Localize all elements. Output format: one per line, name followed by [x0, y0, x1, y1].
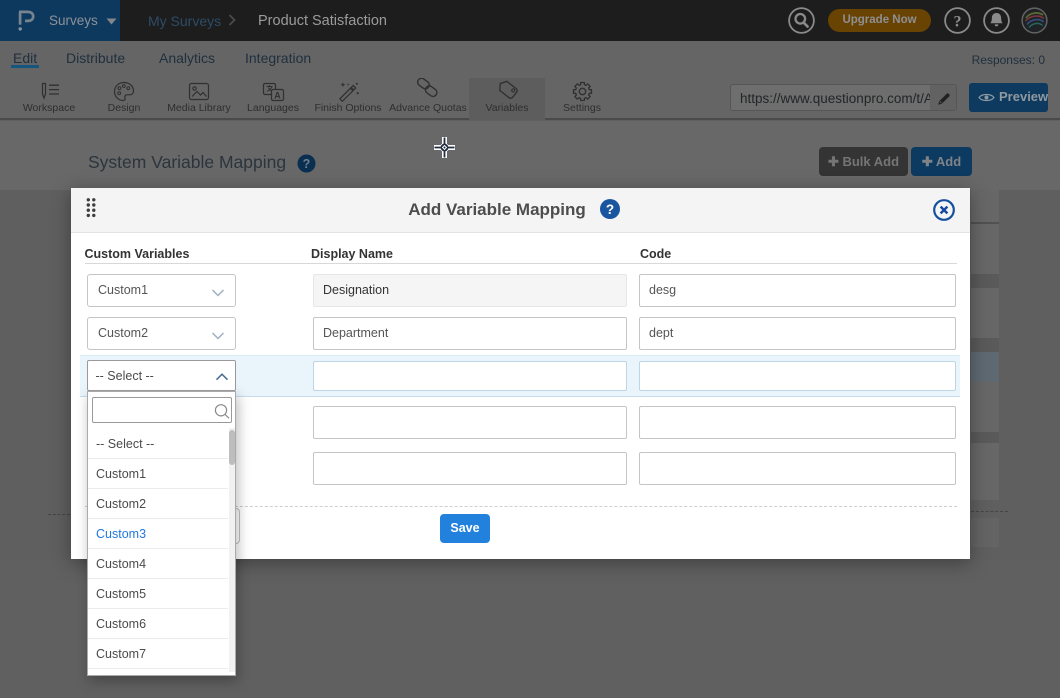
svg-text:?: ? — [606, 202, 614, 217]
svg-text:?: ? — [954, 13, 962, 30]
svg-text:?: ? — [303, 157, 311, 171]
svg-text:A: A — [274, 90, 281, 100]
